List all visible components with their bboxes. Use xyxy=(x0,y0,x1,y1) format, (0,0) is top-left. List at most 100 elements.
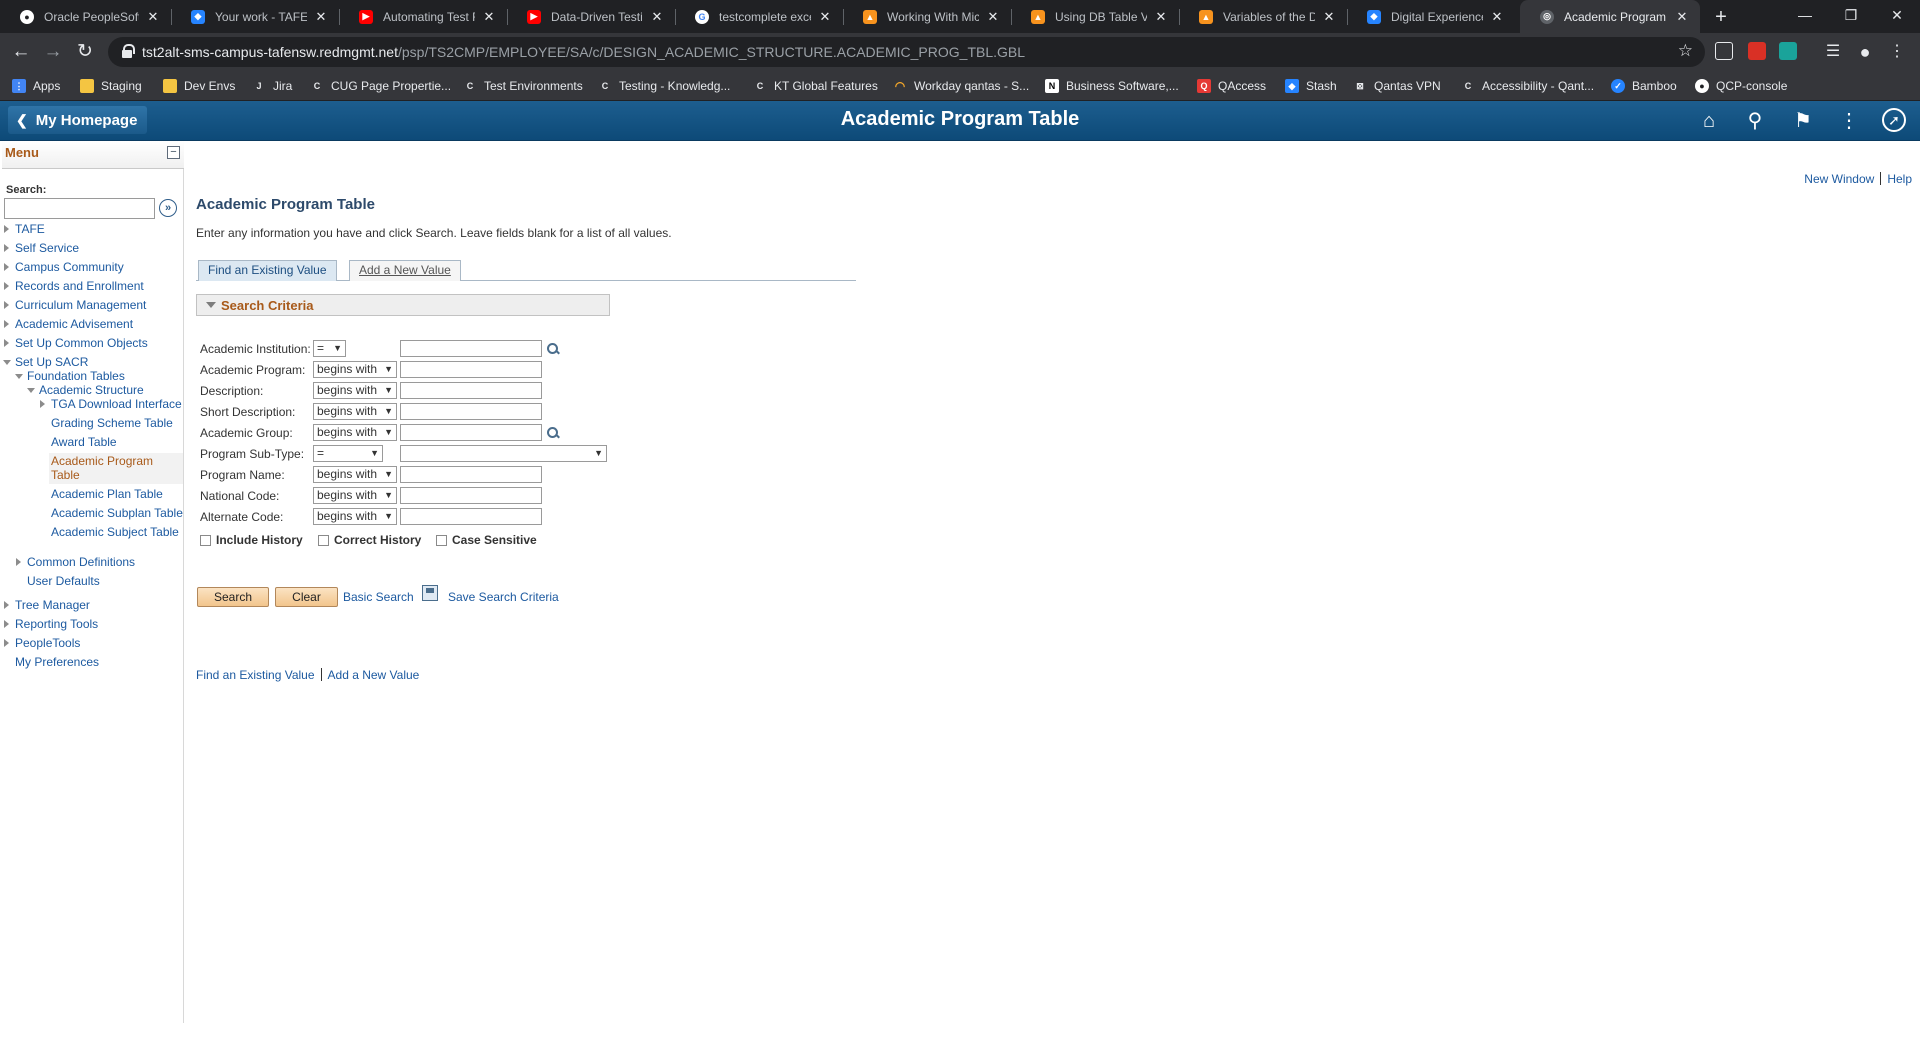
close-icon[interactable]: ✕ xyxy=(313,9,329,25)
save-search-criteria-link[interactable]: Save Search Criteria xyxy=(448,590,559,604)
actions-menu-icon[interactable]: ⋮ xyxy=(1836,108,1862,134)
academic-institution-input[interactable] xyxy=(400,340,542,357)
menu-item-academic-subject[interactable]: Academic Subject Table xyxy=(51,525,179,539)
clear-button[interactable]: Clear xyxy=(275,587,338,607)
collapse-menu-icon[interactable]: − xyxy=(167,146,180,159)
close-icon[interactable]: ✕ xyxy=(1674,9,1690,25)
browser-tab[interactable]: ▶ Data-Driven Testing ✕ xyxy=(507,0,675,33)
bookmark-cug-page[interactable]: C CUG Page Propertie... xyxy=(310,77,451,95)
program-sub-type-select[interactable]: ▼ xyxy=(400,445,607,462)
browser-tab-active[interactable]: ◎ Academic Program ✕ xyxy=(1520,0,1700,33)
academic-group-input[interactable] xyxy=(400,424,542,441)
close-icon[interactable]: ✕ xyxy=(481,9,497,25)
menu-item-academic-structure[interactable]: Academic Structure xyxy=(27,383,144,397)
notification-flag-icon[interactable]: ⚑ xyxy=(1790,108,1816,134)
close-icon[interactable]: ✕ xyxy=(817,9,833,25)
bookmark-stash[interactable]: ◆ Stash xyxy=(1285,77,1337,95)
description-input[interactable] xyxy=(400,382,542,399)
close-icon[interactable]: ✕ xyxy=(1321,9,1337,25)
help-link[interactable]: Help xyxy=(1887,172,1912,186)
browser-tab[interactable]: ◆ Your work - TAFE N ✕ xyxy=(171,0,339,33)
bookmark-accessibility[interactable]: C Accessibility - Qant... xyxy=(1461,77,1594,95)
bookmark-kt-global[interactable]: C KT Global Features xyxy=(753,77,878,95)
save-search-icon[interactable] xyxy=(422,585,438,601)
operator-select[interactable]: begins with ▼ xyxy=(313,508,397,525)
menu-item-campus-community[interactable]: Campus Community xyxy=(4,260,124,274)
bookmark-apps[interactable]: ⋮ Apps xyxy=(12,77,60,95)
browser-tab[interactable]: ◆ Digital Experience P ✕ xyxy=(1347,0,1515,33)
bookmark-qantas-vpn[interactable]: ⊠ Qantas VPN xyxy=(1353,77,1440,95)
extension-icon[interactable] xyxy=(1779,42,1797,60)
bottom-find-existing-link[interactable]: Find an Existing Value xyxy=(196,668,315,682)
alternate-code-input[interactable] xyxy=(400,508,542,525)
screen-capture-extension-icon[interactable] xyxy=(1715,42,1733,60)
menu-item-records-enrollment[interactable]: Records and Enrollment xyxy=(4,279,144,293)
menu-item-set-up-sacr[interactable]: Set Up SACR xyxy=(3,355,88,369)
search-go-icon[interactable]: » xyxy=(159,199,177,217)
close-icon[interactable]: ✕ xyxy=(1153,9,1169,25)
browser-tab[interactable]: ▲ Working With Micro ✕ xyxy=(843,0,1011,33)
operator-select[interactable]: begins with ▼ xyxy=(313,361,397,378)
menu-item-academic-advisement[interactable]: Academic Advisement xyxy=(4,317,133,331)
operator-select[interactable]: = ▼ xyxy=(313,445,383,462)
short-description-input[interactable] xyxy=(400,403,542,420)
include-history-checkbox[interactable]: Include History xyxy=(200,533,303,547)
search-icon[interactable]: ⚲ xyxy=(1742,108,1768,134)
home-icon[interactable]: ⌂ xyxy=(1696,108,1722,134)
close-icon[interactable]: ✕ xyxy=(145,9,161,25)
ublock-extension-icon[interactable] xyxy=(1748,42,1766,60)
bookmark-qaccess[interactable]: Q QAccess xyxy=(1197,77,1266,95)
bookmark-jira[interactable]: J Jira xyxy=(252,77,292,95)
restore-icon[interactable]: ❐ xyxy=(1828,0,1874,33)
correct-history-checkbox[interactable]: Correct History xyxy=(318,533,421,547)
browser-tab[interactable]: ▶ Automating Test Ru ✕ xyxy=(339,0,507,33)
lookup-icon[interactable] xyxy=(546,342,560,356)
bookmark-test-environments[interactable]: C Test Environments xyxy=(463,77,583,95)
close-window-icon[interactable]: ✕ xyxy=(1874,0,1920,33)
operator-select[interactable]: begins with ▼ xyxy=(313,487,397,504)
back-icon[interactable]: ← xyxy=(8,39,34,65)
reload-icon[interactable]: ↻ xyxy=(72,39,98,65)
lookup-icon[interactable] xyxy=(546,426,560,440)
close-icon[interactable]: ✕ xyxy=(985,9,1001,25)
menu-search-input[interactable] xyxy=(4,198,155,219)
national-code-input[interactable] xyxy=(400,487,542,504)
close-icon[interactable]: ✕ xyxy=(1489,9,1505,25)
tab-find-existing[interactable]: Find an Existing Value xyxy=(198,260,337,281)
minimize-icon[interactable]: — xyxy=(1782,0,1828,33)
menu-item-curriculum-management[interactable]: Curriculum Management xyxy=(4,298,146,312)
menu-item-foundation-tables[interactable]: Foundation Tables xyxy=(15,369,125,383)
new-tab-icon[interactable]: + xyxy=(1708,4,1734,30)
bottom-add-new-link[interactable]: Add a New Value xyxy=(328,668,420,682)
bookmark-dev-envs[interactable]: Dev Envs xyxy=(163,77,235,95)
menu-item-common-definitions[interactable]: Common Definitions xyxy=(16,555,135,569)
menu-item-tga-download[interactable]: TGA Download Interface xyxy=(40,397,182,411)
bookmark-testing-knowledge[interactable]: C Testing - Knowledg... xyxy=(598,77,731,95)
checkbox-box[interactable] xyxy=(318,534,329,546)
operator-select[interactable]: begins with ▼ xyxy=(313,466,397,483)
forward-icon[interactable]: → xyxy=(40,39,66,65)
menu-item-reporting-tools[interactable]: Reporting Tools xyxy=(4,617,98,631)
bookmark-workday[interactable]: ◠ Workday qantas - S... xyxy=(893,77,1029,95)
search-criteria-header[interactable]: Search Criteria xyxy=(196,294,610,316)
search-button[interactable]: Search xyxy=(197,587,269,607)
checkbox-box[interactable] xyxy=(436,534,447,546)
operator-select[interactable]: = ▼ xyxy=(313,340,346,357)
menu-item-tree-manager[interactable]: Tree Manager xyxy=(4,598,90,612)
menu-item-academic-plan[interactable]: Academic Plan Table xyxy=(51,487,163,501)
menu-item-user-defaults[interactable]: User Defaults xyxy=(27,574,100,588)
browser-tab[interactable]: ▲ Variables of the DB ✕ xyxy=(1179,0,1347,33)
navbar-compass-icon[interactable]: ➚ xyxy=(1882,108,1906,132)
menu-item-award-table[interactable]: Award Table xyxy=(51,435,117,449)
basic-search-link[interactable]: Basic Search xyxy=(343,590,414,604)
bookmark-star-icon[interactable]: ☆ xyxy=(1678,41,1693,61)
menu-item-academic-program-current[interactable]: Academic Program Table xyxy=(49,453,183,484)
bookmark-business-software[interactable]: N Business Software,... xyxy=(1045,77,1179,95)
new-window-link[interactable]: New Window xyxy=(1804,172,1874,186)
browser-menu-icon[interactable]: ⋮ xyxy=(1884,39,1910,65)
close-icon[interactable]: ✕ xyxy=(649,9,665,25)
bookmark-qcp-console[interactable]: ● QCP-console xyxy=(1695,77,1787,95)
menu-item-peopletools[interactable]: PeopleTools xyxy=(4,636,80,650)
operator-select[interactable]: begins with ▼ xyxy=(313,424,397,441)
reading-list-icon[interactable]: ☰ xyxy=(1820,39,1846,65)
